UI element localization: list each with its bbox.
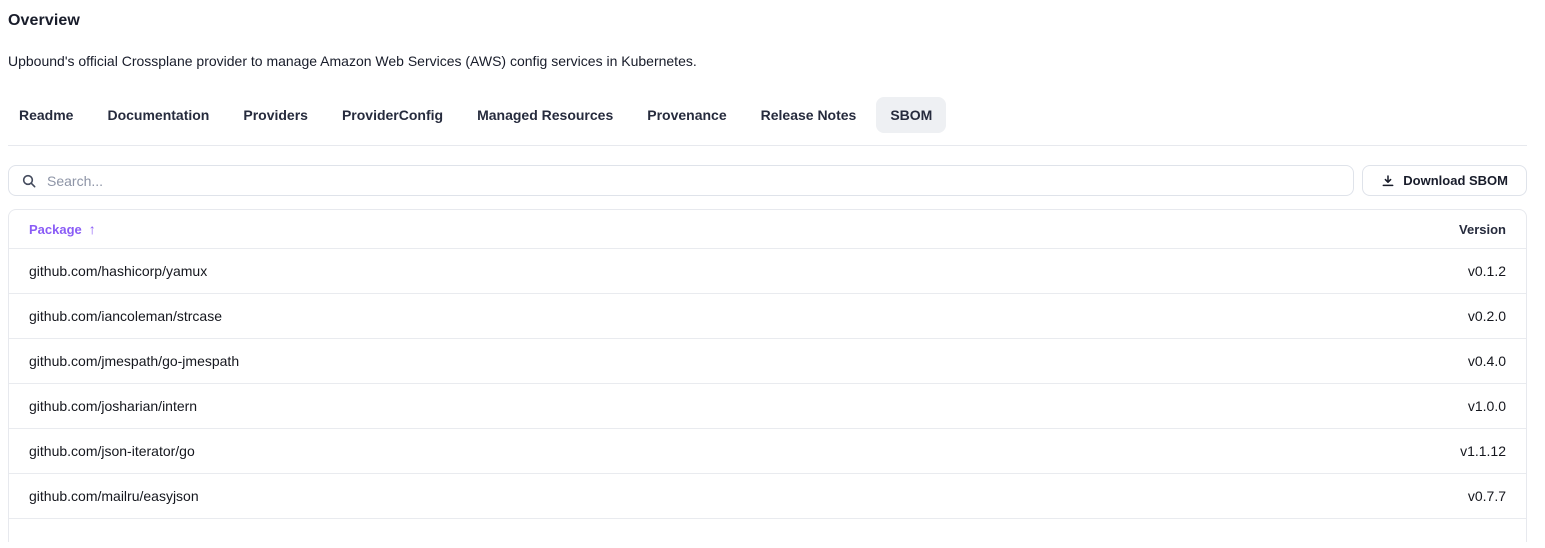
table-body: github.com/hashicorp/yamux v0.1.2 github… <box>9 248 1526 518</box>
tab-label: Provenance <box>647 107 726 123</box>
tab-release-notes[interactable]: Release Notes <box>747 97 871 133</box>
version-cell: v0.7.7 <box>1468 488 1506 504</box>
tab-provenance[interactable]: Provenance <box>633 97 740 133</box>
table-row-partial <box>9 518 1526 542</box>
search-icon <box>21 173 37 189</box>
tab-managed-resources[interactable]: Managed Resources <box>463 97 627 133</box>
package-cell: github.com/mailru/easyjson <box>29 488 199 504</box>
table-header-row: Package ↑ Version <box>9 210 1526 248</box>
package-cell: github.com/hashicorp/yamux <box>29 263 207 279</box>
search-box[interactable] <box>8 165 1354 196</box>
tabs-divider <box>8 145 1527 146</box>
column-header-version[interactable]: Version <box>1459 222 1506 237</box>
download-sbom-button[interactable]: Download SBOM <box>1362 165 1527 196</box>
table-row[interactable]: github.com/mailru/easyjson v0.7.7 <box>9 473 1526 518</box>
table-row[interactable]: github.com/jmespath/go-jmespath v0.4.0 <box>9 338 1526 383</box>
tab-providers[interactable]: Providers <box>229 97 322 133</box>
column-header-package[interactable]: Package ↑ <box>29 221 96 237</box>
package-cell: github.com/jmespath/go-jmespath <box>29 353 239 369</box>
table-row[interactable]: github.com/iancoleman/strcase v0.2.0 <box>9 293 1526 338</box>
tab-label: ProviderConfig <box>342 107 443 123</box>
table-row[interactable]: github.com/josharian/intern v1.0.0 <box>9 383 1526 428</box>
version-cell: v1.1.12 <box>1460 443 1506 459</box>
sbom-toolbar: Download SBOM <box>8 165 1527 196</box>
tab-label: Documentation <box>107 107 209 123</box>
package-cell: github.com/iancoleman/strcase <box>29 308 222 324</box>
tab-readme[interactable]: Readme <box>5 97 87 133</box>
tab-label: Release Notes <box>761 107 857 123</box>
tab-bar: Readme Documentation Providers ProviderC… <box>5 97 1527 133</box>
tab-documentation[interactable]: Documentation <box>93 97 223 133</box>
download-sbom-label: Download SBOM <box>1403 173 1508 188</box>
package-description: Upbound's official Crossplane provider t… <box>8 53 1527 69</box>
package-header-label: Package <box>29 222 82 237</box>
version-cell: v0.1.2 <box>1468 263 1506 279</box>
tab-label: SBOM <box>890 107 932 123</box>
download-icon <box>1381 174 1395 188</box>
sbom-table: Package ↑ Version github.com/hashicorp/y… <box>8 209 1527 542</box>
sbom-page: Overview Upbound's official Crossplane p… <box>0 12 1545 542</box>
tab-label: Managed Resources <box>477 107 613 123</box>
table-row[interactable]: github.com/hashicorp/yamux v0.1.2 <box>9 248 1526 293</box>
table-row[interactable]: github.com/json-iterator/go v1.1.12 <box>9 428 1526 473</box>
tab-providerconfig[interactable]: ProviderConfig <box>328 97 457 133</box>
version-cell: v0.2.0 <box>1468 308 1506 324</box>
version-cell: v1.0.0 <box>1468 398 1506 414</box>
package-cell: github.com/josharian/intern <box>29 398 197 414</box>
page-title: Overview <box>8 12 1527 30</box>
search-input[interactable] <box>47 173 1341 189</box>
version-cell: v0.4.0 <box>1468 353 1506 369</box>
package-cell: github.com/json-iterator/go <box>29 443 195 459</box>
sort-ascending-icon: ↑ <box>89 221 96 237</box>
tab-sbom[interactable]: SBOM <box>876 97 946 133</box>
tab-label: Providers <box>243 107 308 123</box>
tab-label: Readme <box>19 107 73 123</box>
